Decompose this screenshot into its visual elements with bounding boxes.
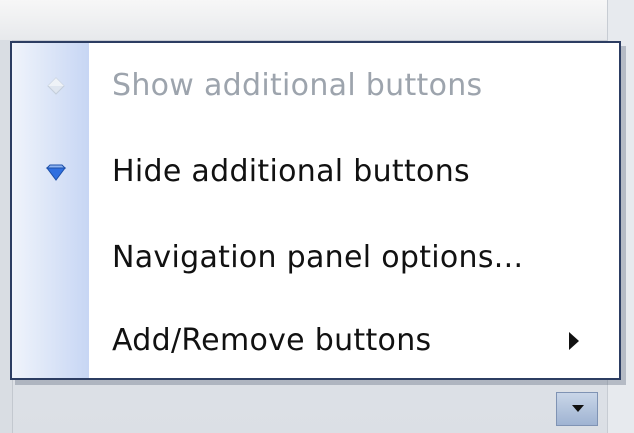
submenu-arrow-icon <box>569 332 579 350</box>
navigation-options-menu: Show additional buttons Hide additional … <box>10 41 621 380</box>
background-toolbar <box>0 0 634 41</box>
diamond-up-icon <box>42 72 70 100</box>
configure-buttons-dropdown[interactable] <box>556 392 598 426</box>
menu-item-label: Hide additional buttons <box>112 154 470 189</box>
menu-item-show-additional-buttons[interactable]: Show additional buttons <box>12 43 619 129</box>
app-screen: Show additional buttons Hide additional … <box>0 0 634 433</box>
chevron-down-icon <box>572 405 584 412</box>
diamond-down-icon <box>42 158 70 186</box>
menu-item-label: Add/Remove buttons <box>112 323 432 358</box>
menu-item-add-remove-buttons[interactable]: Add/Remove buttons <box>12 298 619 384</box>
menu-item-navigation-panel-options[interactable]: Navigation panel options... <box>12 215 619 301</box>
menu-item-hide-additional-buttons[interactable]: Hide additional buttons <box>12 129 619 215</box>
menu-item-label: Show additional buttons <box>112 68 483 103</box>
menu-item-label: Navigation panel options... <box>112 240 524 275</box>
